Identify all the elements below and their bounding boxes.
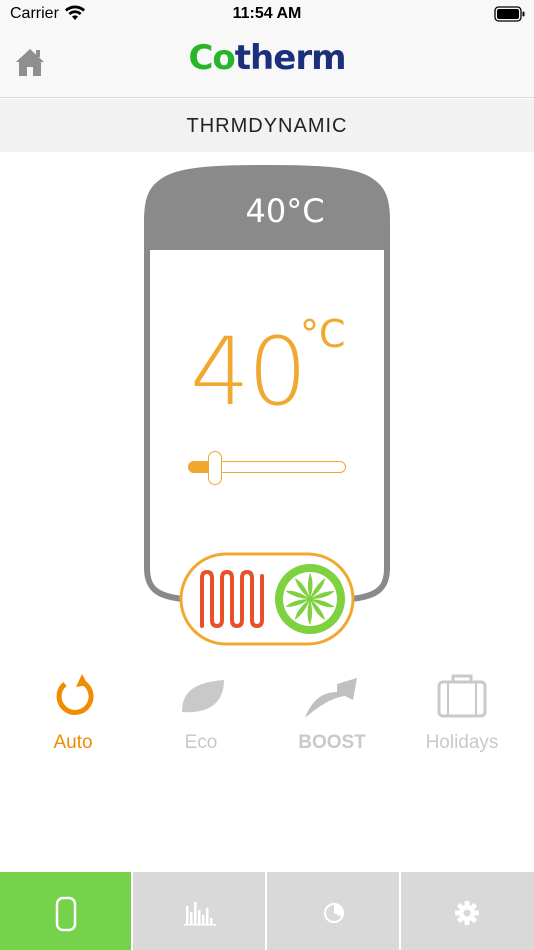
- bottom-tab-bar: [0, 872, 534, 950]
- current-temperature: 40°C: [245, 192, 325, 230]
- fan-icon: [275, 564, 345, 634]
- leaf-icon: [182, 680, 224, 713]
- mode-boost-button[interactable]: BOOST: [265, 672, 399, 762]
- tab-consumption[interactable]: [268, 872, 401, 950]
- slider-thumb[interactable]: [208, 451, 223, 485]
- mode-holidays-button[interactable]: Holidays: [395, 672, 529, 762]
- bar-chart-icon: [184, 902, 216, 926]
- mode-eco-label: Eco: [184, 732, 218, 753]
- heater-coil-icon: [200, 569, 264, 629]
- suitcase-icon: [437, 674, 487, 718]
- mode-auto-button[interactable]: Auto: [6, 672, 140, 762]
- tank-icon: [55, 896, 77, 932]
- auto-cycle-icon: [56, 674, 94, 715]
- boost-arrow-icon: [305, 678, 357, 718]
- gear-icon: [455, 901, 479, 925]
- setpoint-value: 40: [190, 318, 308, 427]
- mode-holidays-label: Holidays: [425, 732, 499, 753]
- setpoint-unit: °C: [300, 312, 346, 356]
- water-tank: 40°C 40 °C: [0, 0, 534, 660]
- mode-auto-label: Auto: [53, 732, 93, 753]
- mode-selector: Auto Eco BOOST Holidays: [0, 672, 534, 762]
- tab-settings[interactable]: [402, 872, 534, 950]
- mode-boost-label: BOOST: [298, 732, 366, 753]
- pie-chart-icon: [324, 903, 344, 923]
- temperature-slider[interactable]: [188, 451, 346, 485]
- tab-statistics[interactable]: [134, 872, 267, 950]
- mode-eco-button[interactable]: Eco: [134, 672, 268, 762]
- tab-tank[interactable]: [0, 872, 133, 950]
